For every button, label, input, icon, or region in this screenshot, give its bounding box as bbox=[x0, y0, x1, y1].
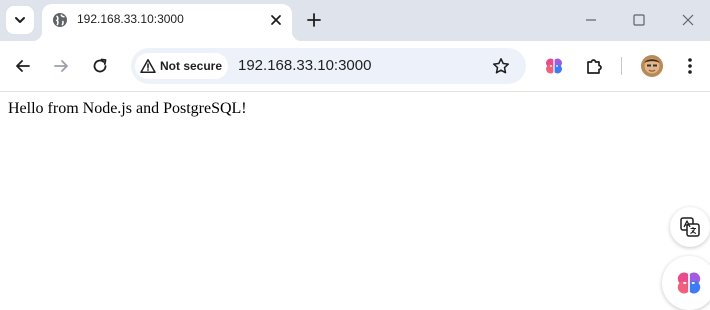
tab-close-button[interactable] bbox=[268, 12, 284, 28]
translate-button[interactable] bbox=[670, 207, 710, 247]
close-icon bbox=[682, 14, 694, 26]
warning-triangle-icon bbox=[140, 59, 156, 73]
more-vertical-icon bbox=[688, 58, 692, 74]
url-text[interactable]: 192.168.33.10:3000 bbox=[238, 57, 371, 74]
back-button[interactable] bbox=[11, 54, 35, 78]
security-chip[interactable]: Not secure bbox=[135, 53, 228, 79]
tab-search-button[interactable] bbox=[6, 6, 34, 34]
window-close-button[interactable] bbox=[677, 9, 699, 31]
ai-assistant-button[interactable] bbox=[542, 54, 566, 78]
plus-icon bbox=[307, 13, 321, 27]
address-bar[interactable]: Not secure 192.168.33.10:3000 bbox=[131, 48, 526, 84]
avatar[interactable] bbox=[641, 55, 663, 77]
ai-assistant-floating-button[interactable] bbox=[662, 256, 710, 310]
toolbar-divider bbox=[621, 57, 622, 75]
tab-active[interactable]: 192.168.33.10:3000 bbox=[32, 4, 302, 41]
puzzle-icon bbox=[587, 59, 602, 74]
toolbar: Not secure 192.168.33.10:3000 bbox=[0, 41, 710, 92]
brain-icon bbox=[677, 272, 701, 294]
extensions-button[interactable] bbox=[582, 54, 606, 78]
arrow-right-icon bbox=[54, 60, 68, 72]
close-icon bbox=[271, 15, 281, 25]
globe-icon bbox=[53, 13, 67, 27]
minimize-button[interactable] bbox=[580, 9, 602, 31]
tab-title: 192.168.33.10:3000 bbox=[77, 12, 184, 26]
chevron-down-icon bbox=[15, 17, 25, 23]
translate-icon bbox=[680, 217, 700, 237]
arrow-left-icon bbox=[16, 60, 30, 72]
brain-icon bbox=[546, 58, 562, 74]
maximize-icon bbox=[633, 14, 645, 26]
profile-avatar-image bbox=[641, 55, 663, 77]
new-tab-button[interactable] bbox=[303, 9, 325, 31]
reload-icon bbox=[93, 58, 107, 73]
menu-button[interactable] bbox=[678, 54, 702, 78]
reload-button[interactable] bbox=[88, 54, 112, 78]
maximize-button[interactable] bbox=[628, 9, 650, 31]
star-icon bbox=[492, 58, 510, 74]
tab-strip: 192.168.33.10:3000 bbox=[0, 0, 710, 41]
minimize-icon bbox=[586, 19, 596, 21]
forward-button[interactable] bbox=[49, 54, 73, 78]
bookmark-button[interactable] bbox=[490, 55, 512, 77]
page-body-text: Hello from Node.js and PostgreSQL! bbox=[8, 100, 247, 117]
security-label: Not secure bbox=[160, 59, 223, 73]
